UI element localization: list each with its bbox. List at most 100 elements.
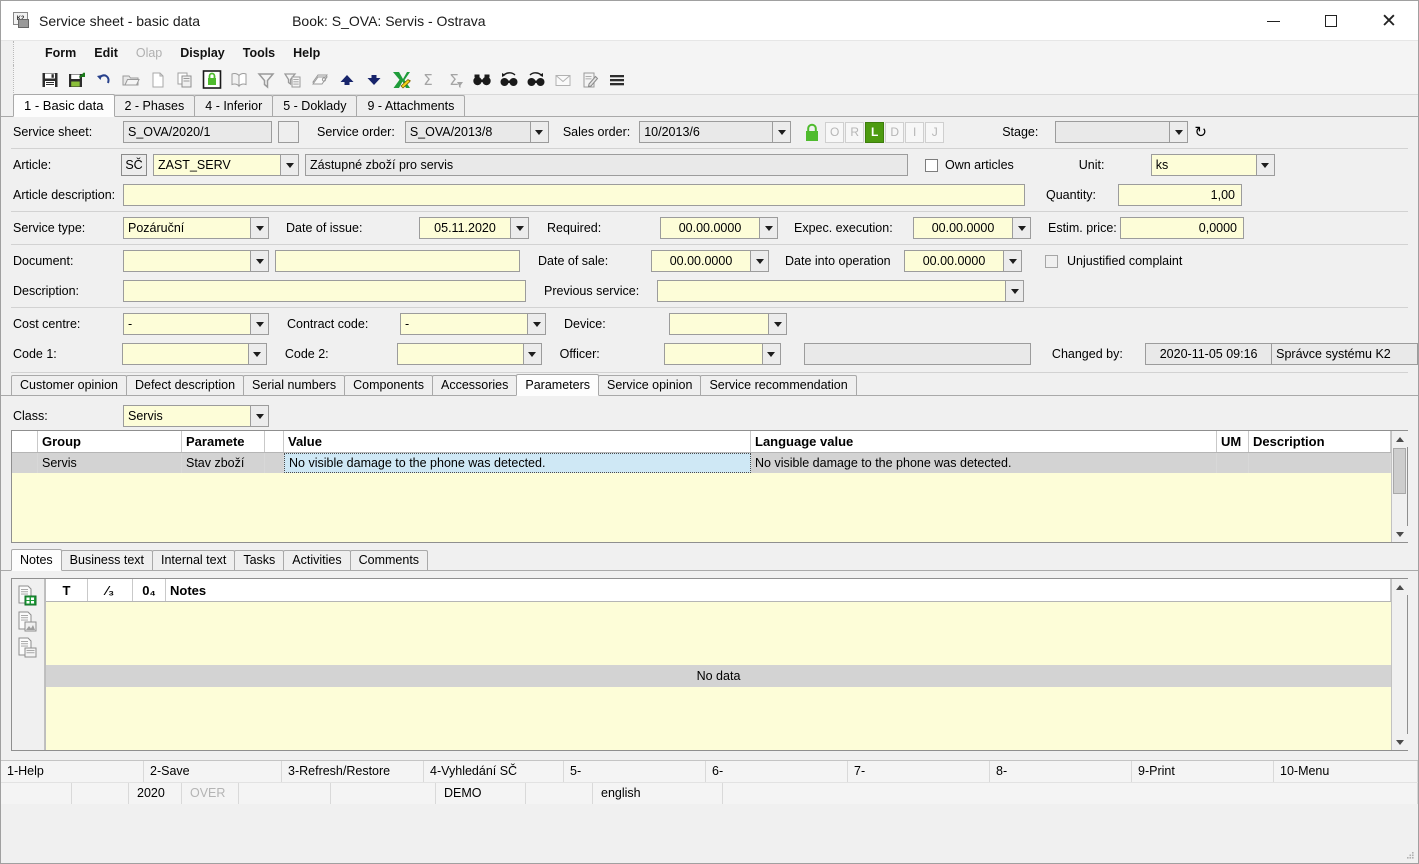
tab-inferior[interactable]: 4 - Inferior [194,95,274,116]
status-letter-l[interactable]: L [865,121,885,143]
chevron-down-icon[interactable] [761,343,781,365]
close-button[interactable]: ✕ [1360,1,1418,41]
required-combo[interactable]: 00.00.0000 [660,217,778,239]
chevron-down-icon[interactable] [522,343,542,365]
column-header-value[interactable]: Value [284,431,751,452]
fkey-1-help[interactable]: 1-Help [1,761,144,782]
fkey-7[interactable]: 7- [848,761,990,782]
document-text-input[interactable] [275,250,520,272]
fkey-3-refresh-restore[interactable]: 3-Refresh/Restore [282,761,424,782]
tab-parameters[interactable]: Parameters [516,374,599,396]
chevron-down-icon[interactable] [250,217,269,239]
contract-code-combo[interactable]: - [400,313,546,335]
service-order-combo[interactable]: S_OVA/2013/8 [404,121,549,143]
article-description-input[interactable] [123,184,1025,206]
menu-item-tools[interactable]: Tools [234,46,284,60]
chevron-down-icon[interactable] [529,121,549,143]
cell-parameter[interactable]: Stav zboží [182,453,265,473]
fkey-4-vyhledani-sc[interactable]: 4-Vyhledání SČ [424,761,564,782]
device-input[interactable] [669,313,768,335]
tab-internal-text[interactable]: Internal text [152,550,236,570]
resize-grip[interactable] [1405,850,1415,860]
own-articles-checkbox[interactable] [925,158,938,172]
column-header-language-value[interactable]: Language value [751,431,1217,452]
chevron-down-icon[interactable] [768,313,787,335]
scroll-down-icon[interactable] [1391,734,1408,750]
document-input[interactable] [123,250,250,272]
lock-icon[interactable] [198,68,225,92]
fkey-2-save[interactable]: 2-Save [144,761,282,782]
menu-item-edit[interactable]: Edit [85,46,127,60]
scrollbar-thumb[interactable] [1393,448,1406,494]
save-icon[interactable] [36,68,63,92]
expec-execution-input[interactable]: 00.00.0000 [913,217,1012,239]
previous-service-combo[interactable] [657,280,1024,302]
article-code-input[interactable]: ZAST_SERV [153,154,280,176]
required-input[interactable]: 00.00.0000 [660,217,759,239]
sales-order-combo[interactable]: 10/2013/6 [639,121,792,143]
save-and-close-icon[interactable] [63,68,90,92]
date-of-issue-input[interactable]: 05.11.2020 [419,217,510,239]
code2-combo[interactable] [396,343,542,365]
find-icon[interactable] [468,68,495,92]
date-into-operation-combo[interactable]: 00.00.0000 [904,250,1022,272]
tab-customer-opinion[interactable]: Customer opinion [11,375,127,395]
service-sheet-extra-button[interactable] [278,121,299,143]
status-letter-i[interactable]: I [905,121,925,143]
cell-group[interactable]: Servis [38,453,182,473]
chevron-down-icon[interactable] [510,217,529,239]
date-of-sale-combo[interactable]: 00.00.0000 [651,250,769,272]
cell-language-value[interactable]: No visible damage to the phone was detec… [751,453,1217,473]
tab-notes[interactable]: Notes [11,549,62,571]
note-with-image-icon[interactable] [16,611,40,635]
expec-execution-combo[interactable]: 00.00.0000 [913,217,1031,239]
minimize-button[interactable] [1244,1,1302,41]
export-excel-icon[interactable] [387,68,414,92]
chevron-down-icon[interactable] [247,343,267,365]
chevron-down-icon[interactable] [280,154,299,176]
move-down-icon[interactable] [360,68,387,92]
estim-price-input[interactable]: 0,0000 [1120,217,1244,239]
undo-icon[interactable] [90,68,117,92]
description-input[interactable] [123,280,526,302]
service-type-input[interactable]: Pozáruční [123,217,250,239]
fkey-8[interactable]: 8- [990,761,1132,782]
unit-combo[interactable]: ks [1150,154,1275,176]
stage-combo[interactable] [1055,121,1189,143]
copy-note-icon[interactable] [16,637,40,661]
find-next-icon[interactable] [522,68,549,92]
column-header-notes[interactable]: Notes [166,579,1391,601]
chevron-down-icon[interactable] [1169,121,1189,143]
cell-value[interactable]: No visible damage to the phone was detec… [284,453,751,473]
scroll-down-icon[interactable] [1391,526,1408,542]
date-into-operation-input[interactable]: 00.00.0000 [904,250,1003,272]
chevron-down-icon[interactable] [759,217,778,239]
previous-service-input[interactable] [657,280,1005,302]
chevron-down-icon[interactable] [1003,250,1022,272]
chevron-down-icon[interactable] [750,250,769,272]
column-header-um[interactable]: UM [1217,431,1249,452]
tab-activities[interactable]: Activities [283,550,351,570]
history-icon[interactable]: ↻ [1194,123,1207,141]
cost-centre-input[interactable]: - [123,313,250,335]
cost-centre-combo[interactable]: - [123,313,269,335]
unjustified-complaint-checkbox[interactable] [1045,254,1058,268]
status-letter-o[interactable]: O [825,121,845,143]
column-header-t[interactable]: T [46,579,88,601]
status-letter-d[interactable]: D [885,121,905,143]
tab-service-recommendation[interactable]: Service recommendation [700,375,857,395]
parameters-grid-scrollbar[interactable] [1391,431,1408,542]
tab-components[interactable]: Components [344,375,433,395]
service-order-input[interactable]: S_OVA/2013/8 [404,121,530,143]
menu-item-form[interactable]: Form [36,46,85,60]
status-letter-r[interactable]: R [845,121,865,143]
officer-combo[interactable] [663,343,781,365]
tab-basic-data[interactable]: 1 - Basic data [13,94,115,117]
maximize-button[interactable] [1302,1,1360,41]
menu-item-display[interactable]: Display [171,46,233,60]
move-up-icon[interactable] [333,68,360,92]
unit-input[interactable]: ks [1150,154,1256,176]
chevron-down-icon[interactable] [1255,154,1275,176]
class-input[interactable]: Servis [123,405,250,427]
tab-serial-numbers[interactable]: Serial numbers [243,375,346,395]
